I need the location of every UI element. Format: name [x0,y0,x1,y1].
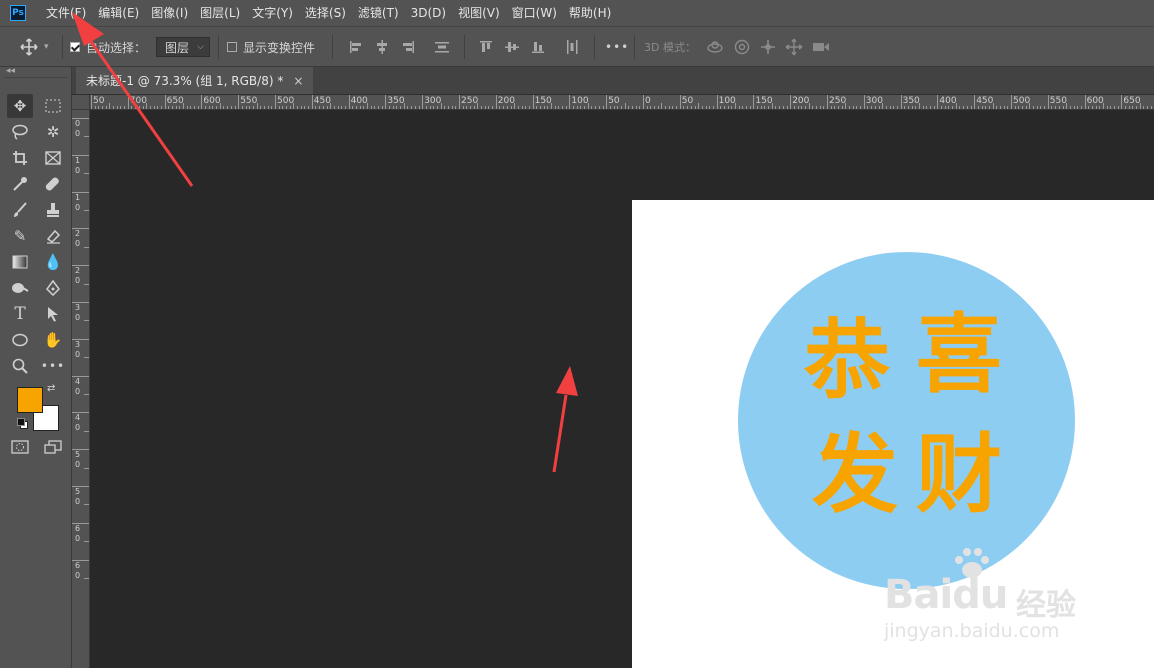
annotation-arrow-to-canvas [552,366,578,473]
annotation-arrow-to-file-menu [72,12,194,187]
annotation-arrows [72,12,578,473]
